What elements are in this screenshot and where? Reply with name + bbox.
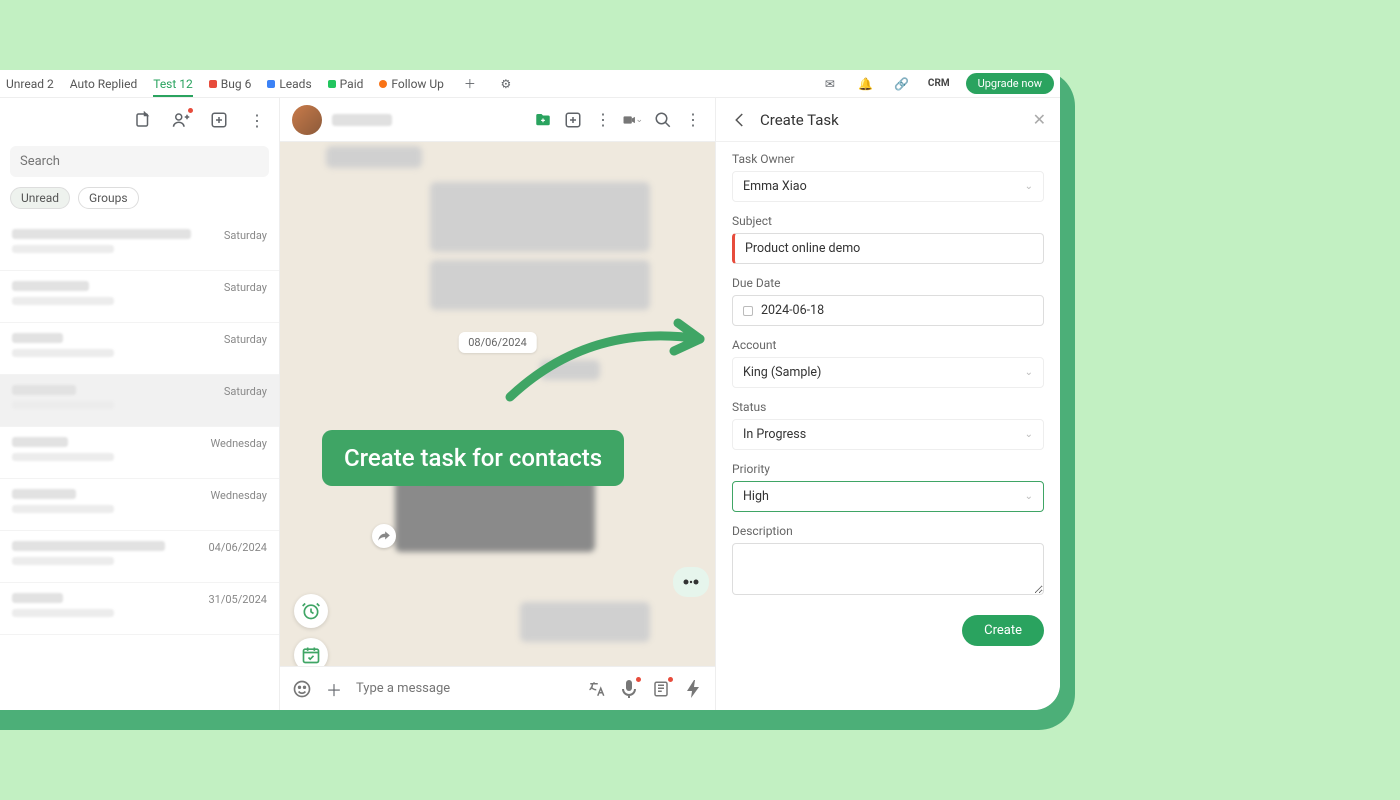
filter-groups[interactable]: Groups: [78, 187, 139, 209]
search-input[interactable]: [10, 146, 269, 177]
tab-auto-replied[interactable]: Auto Replied: [70, 77, 137, 91]
translate-icon[interactable]: [587, 679, 607, 699]
priority-label: Priority: [732, 462, 1044, 476]
chat-item[interactable]: 31/05/2024: [0, 583, 279, 635]
chat-item[interactable]: Wednesday: [0, 427, 279, 479]
chat-list: Saturday Saturday Saturday Saturday Wedn…: [0, 219, 279, 710]
quick-action-icon[interactable]: [683, 679, 703, 699]
description-input[interactable]: [732, 543, 1044, 595]
chat-item[interactable]: Saturday: [0, 271, 279, 323]
tab-paid[interactable]: Paid: [328, 77, 364, 91]
add-box-icon[interactable]: [209, 110, 229, 130]
chevron-down-icon: ⌄: [1025, 367, 1033, 378]
search-chat-icon[interactable]: [653, 110, 673, 130]
bot-icon[interactable]: [673, 567, 709, 597]
chat-menu-icon[interactable]: ⋮: [683, 110, 703, 130]
video-call-icon[interactable]: ⌄: [623, 110, 643, 130]
template-icon[interactable]: [651, 679, 671, 699]
status-select[interactable]: In Progress⌄: [732, 419, 1044, 450]
box-add-icon[interactable]: [563, 110, 583, 130]
close-icon[interactable]: ✕: [1033, 110, 1046, 129]
chat-more-icon[interactable]: ⋮: [593, 110, 613, 130]
back-icon[interactable]: [730, 110, 750, 130]
tab-follow-up[interactable]: Follow Up: [379, 77, 444, 91]
crm-label: CRM: [928, 78, 950, 89]
chevron-down-icon: ⌄: [1025, 491, 1033, 502]
settings-tab-icon[interactable]: ⚙: [496, 74, 516, 94]
callout-banner: Create task for contacts: [322, 430, 624, 486]
reminder-fab[interactable]: [294, 594, 328, 628]
calendar-icon: [743, 306, 753, 316]
mic-icon[interactable]: [619, 679, 639, 699]
tab-leads[interactable]: Leads: [267, 77, 311, 91]
description-label: Description: [732, 524, 1044, 538]
date-pill: 08/06/2024: [458, 332, 537, 353]
add-tab-icon[interactable]: ＋: [460, 74, 480, 94]
tab-bug[interactable]: Bug 6: [209, 77, 252, 91]
chat-item[interactable]: Saturday: [0, 375, 279, 427]
status-label: Status: [732, 400, 1044, 414]
filter-unread[interactable]: Unread: [10, 187, 70, 209]
top-tabs: Unread 2 Auto Replied Test 12 Bug 6 Lead…: [0, 70, 1060, 98]
crm-link-icon[interactable]: 🔗: [892, 74, 912, 94]
chat-item[interactable]: Saturday: [0, 219, 279, 271]
folder-add-icon[interactable]: [533, 110, 553, 130]
contact-avatar[interactable]: [292, 105, 322, 135]
chevron-down-icon: ⌄: [1025, 429, 1033, 440]
contact-name: [332, 114, 392, 126]
mail-icon[interactable]: ✉: [820, 74, 840, 94]
duedate-input[interactable]: 2024-06-18: [732, 295, 1044, 326]
bell-icon[interactable]: 🔔: [856, 74, 876, 94]
account-label: Account: [732, 338, 1044, 352]
chat-item[interactable]: Saturday: [0, 323, 279, 375]
attach-icon[interactable]: ＋: [324, 679, 344, 699]
new-chat-icon[interactable]: [133, 110, 153, 130]
tab-unread[interactable]: Unread 2: [6, 77, 54, 91]
calendar-fab[interactable]: [294, 638, 328, 666]
panel-title: Create Task: [760, 111, 839, 129]
tab-test[interactable]: Test 12: [153, 77, 193, 97]
account-select[interactable]: King (Sample)⌄: [732, 357, 1044, 388]
chat-item[interactable]: 04/06/2024: [0, 531, 279, 583]
create-button[interactable]: Create: [962, 615, 1044, 646]
new-group-icon[interactable]: [171, 110, 191, 130]
chat-item[interactable]: Wednesday: [0, 479, 279, 531]
priority-select[interactable]: High⌄: [732, 481, 1044, 512]
owner-select[interactable]: Emma Xiao⌄: [732, 171, 1044, 202]
owner-label: Task Owner: [732, 152, 1044, 166]
emoji-icon[interactable]: [292, 679, 312, 699]
duedate-label: Due Date: [732, 276, 1044, 290]
subject-label: Subject: [732, 214, 1044, 228]
subject-input[interactable]: Product online demo: [732, 233, 1044, 264]
message-input[interactable]: [356, 681, 575, 696]
upgrade-button[interactable]: Upgrade now: [966, 73, 1054, 94]
forward-icon[interactable]: [372, 524, 396, 548]
more-icon[interactable]: ⋮: [247, 110, 267, 130]
chevron-down-icon: ⌄: [1025, 181, 1033, 192]
arrow-annotation: [500, 317, 715, 407]
